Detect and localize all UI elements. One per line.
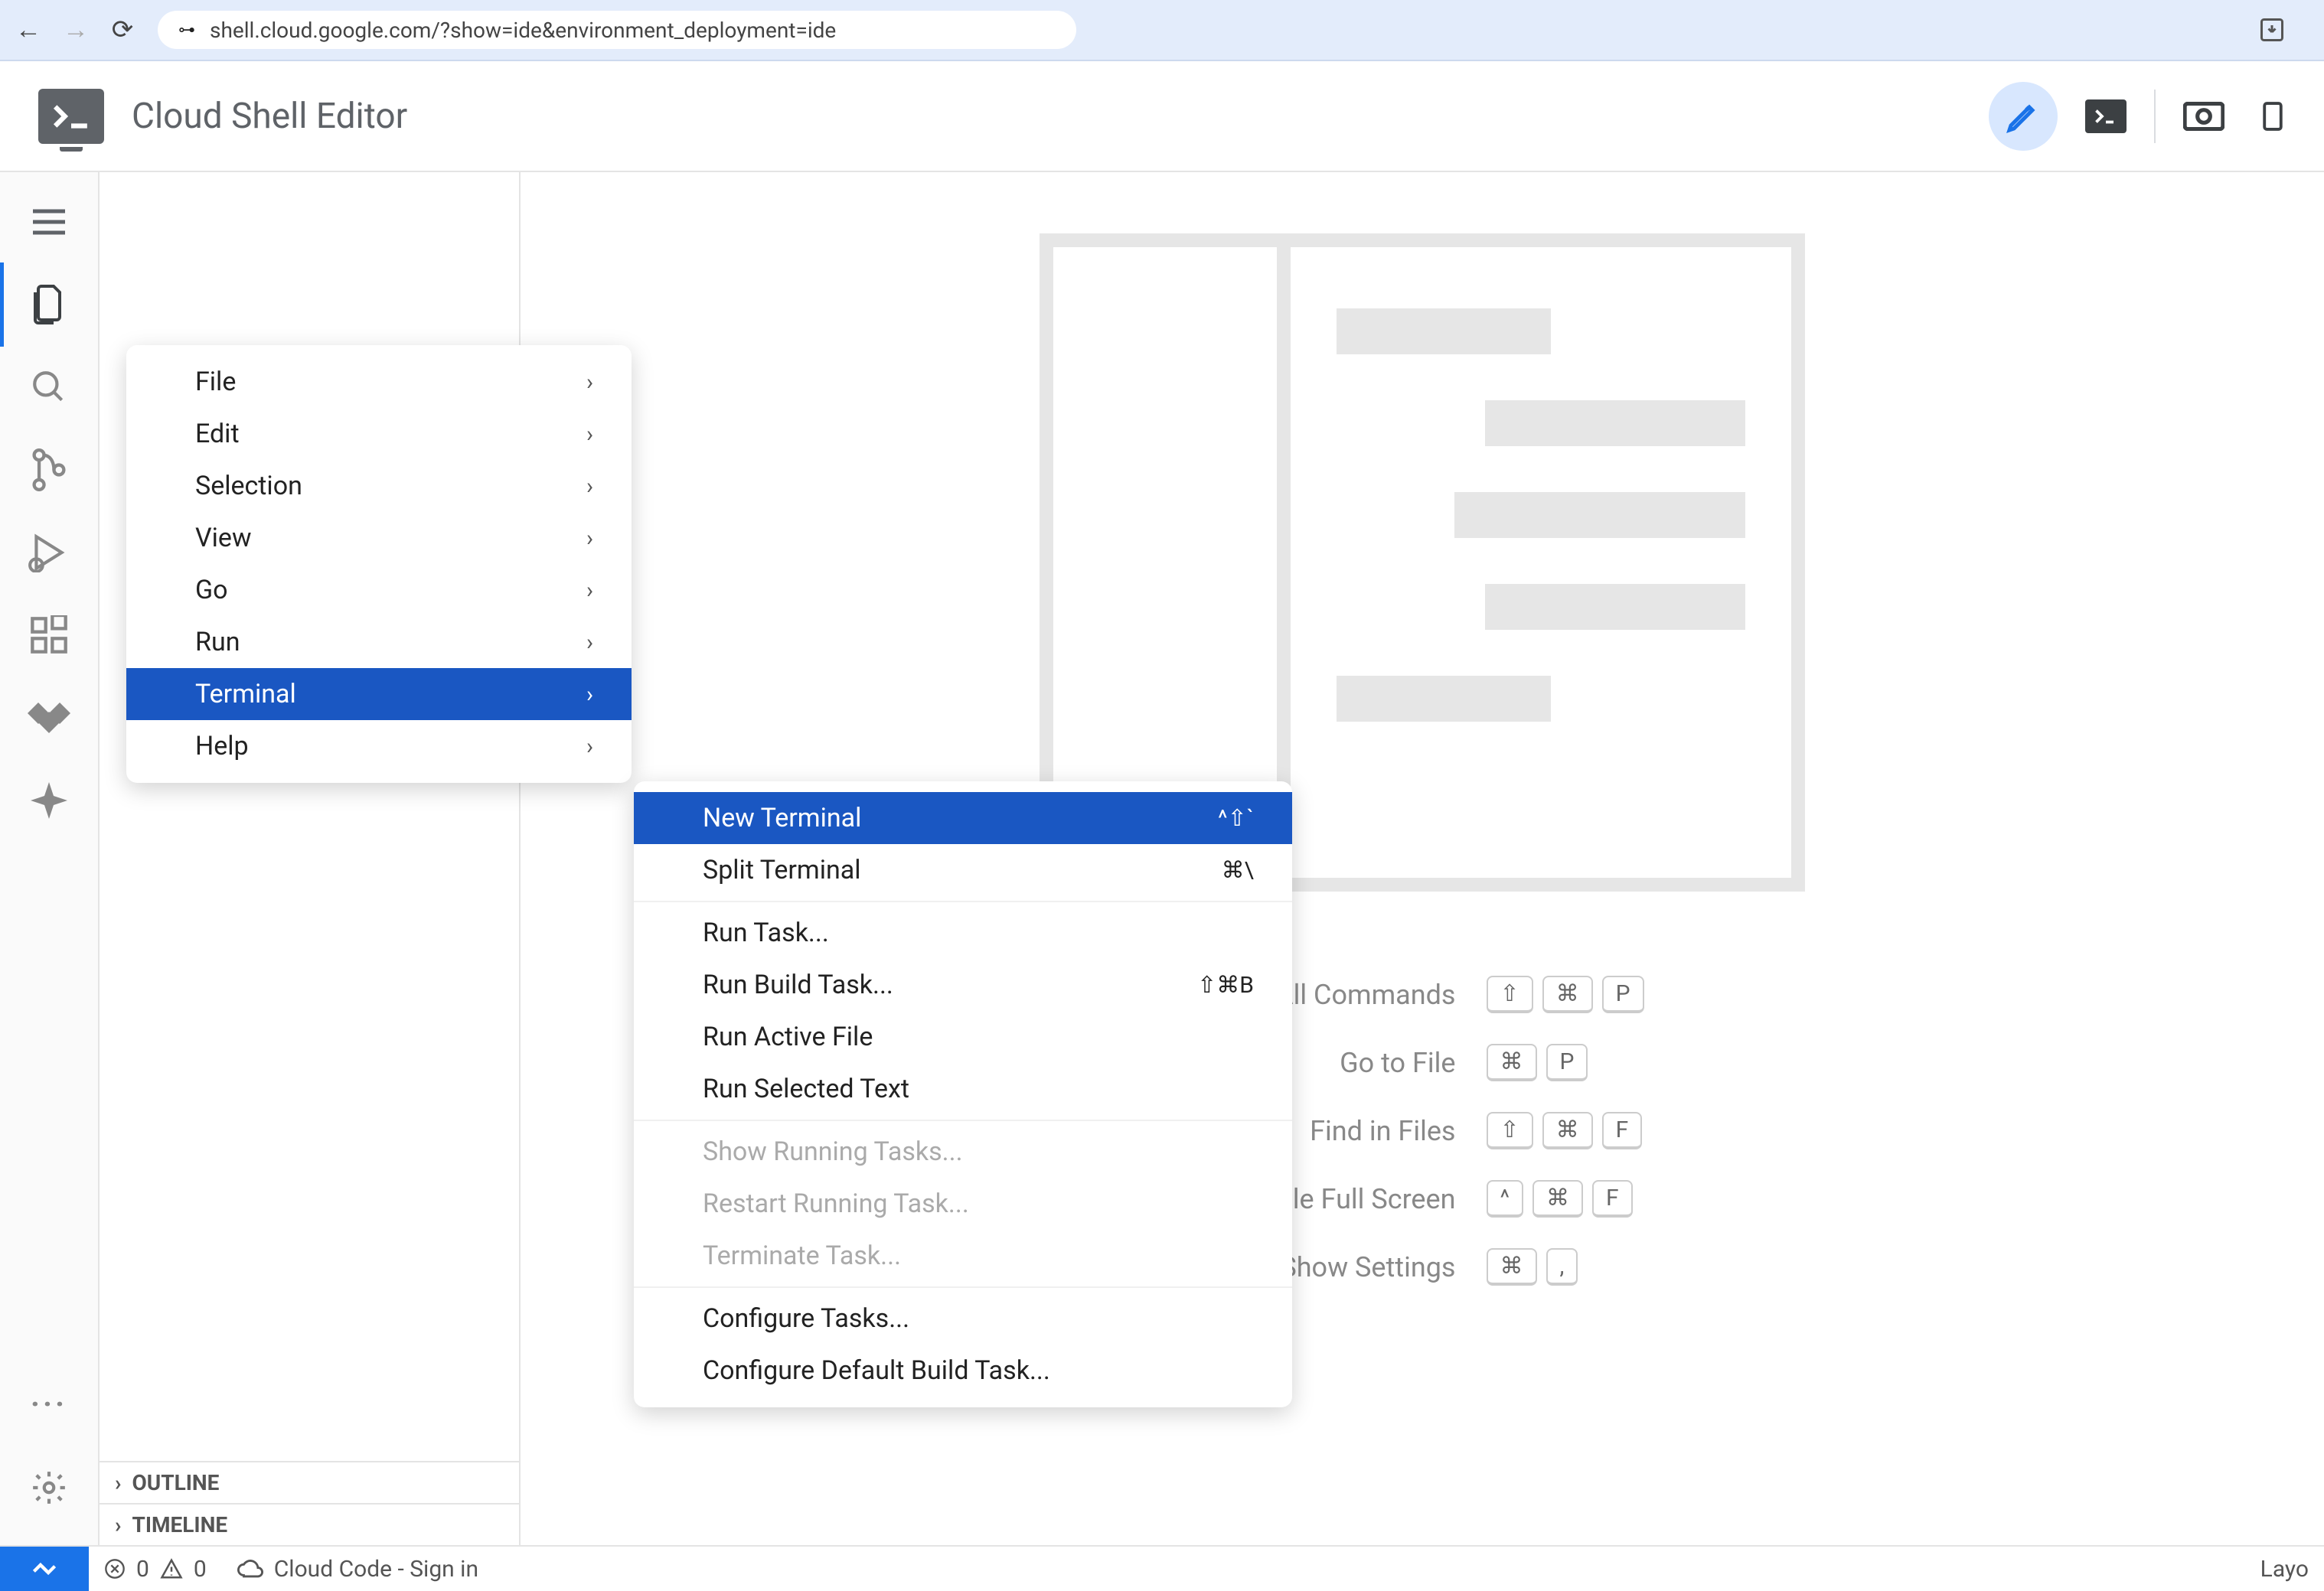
cs-header: Cloud Shell Editor — [0, 61, 2324, 172]
menu-item-file[interactable]: File› — [126, 356, 632, 408]
chevron-right-icon: › — [586, 577, 593, 604]
divider — [2154, 90, 2156, 143]
cloud-code-label: Cloud Code - Sign in — [274, 1556, 478, 1583]
search-icon[interactable] — [22, 360, 76, 414]
explorer-icon[interactable] — [22, 278, 76, 331]
remote-host-button[interactable] — [0, 1547, 89, 1591]
main-menu-dropdown: File› Edit› Selection› View› Go› Run› Te… — [126, 345, 632, 783]
chevron-right-icon: › — [115, 1512, 121, 1537]
shortcut-label: Go to File — [1340, 1047, 1455, 1079]
problems-button[interactable]: 0 0 — [89, 1556, 222, 1583]
cloud-code-icon[interactable] — [22, 691, 76, 745]
submenu-show-running-tasks: Show Running Tasks... — [634, 1126, 1292, 1178]
status-bar: 0 0 Cloud Code - Sign in Layo — [0, 1545, 2324, 1591]
timeline-section[interactable]: › TIMELINE — [100, 1503, 519, 1545]
run-debug-icon[interactable] — [22, 526, 76, 579]
shortcut-keys: ⇧ ⌘ F — [1487, 1112, 1643, 1149]
shortcut-keys: ⌘ , — [1487, 1248, 1578, 1286]
terminal-submenu: New Terminal ^⇧` Split Terminal ⌘\ Run T… — [634, 781, 1292, 1407]
submenu-terminate-task: Terminate Task... — [634, 1230, 1292, 1282]
submenu-run-build-task[interactable]: Run Build Task...⇧⌘B — [634, 959, 1292, 1011]
open-terminal-button[interactable] — [2085, 99, 2127, 133]
warning-count: 0 — [194, 1556, 207, 1583]
cloud-shell-logo-icon — [38, 89, 104, 144]
submenu-configure-tasks[interactable]: Configure Tasks... — [634, 1293, 1292, 1345]
menu-item-view[interactable]: View› — [126, 512, 632, 564]
layout-status[interactable]: Layo — [2245, 1556, 2324, 1583]
shortcut-keys: ^ ⌘ F — [1487, 1180, 1633, 1218]
extensions-icon[interactable] — [22, 608, 76, 662]
url-text: shell.cloud.google.com/?show=ide&environ… — [210, 18, 836, 43]
url-bar[interactable]: ⊶ shell.cloud.google.com/?show=ide&envir… — [158, 11, 1076, 49]
submenu-run-task[interactable]: Run Task... — [634, 907, 1292, 959]
submenu-restart-running-task: Restart Running Task... — [634, 1178, 1292, 1230]
layout-label: Layo — [2260, 1556, 2309, 1583]
browser-reload[interactable]: ⟳ — [110, 15, 135, 45]
chevron-right-icon: › — [586, 733, 593, 760]
preview-button[interactable] — [2183, 102, 2224, 131]
ai-icon[interactable] — [22, 774, 76, 827]
hamburger-menu-button[interactable] — [22, 195, 76, 249]
shortcut-label: Show Settings — [1280, 1251, 1455, 1283]
shortcut-keys: ⌘ P — [1487, 1044, 1588, 1081]
menu-item-run[interactable]: Run› — [126, 616, 632, 668]
browser-back[interactable]: ← — [15, 15, 40, 45]
menu-item-edit[interactable]: Edit› — [126, 408, 632, 460]
shortcut-keys: ⇧ ⌘ P — [1487, 976, 1644, 1013]
menu-item-terminal[interactable]: Terminal› — [126, 668, 632, 720]
chevron-right-icon: › — [586, 473, 593, 500]
chevron-right-icon: › — [586, 525, 593, 552]
menu-item-go[interactable]: Go› — [126, 564, 632, 616]
cloud-code-signin[interactable]: Cloud Code - Sign in — [222, 1556, 494, 1583]
shortcut-label: Find in Files — [1310, 1115, 1455, 1147]
error-count: 0 — [136, 1556, 149, 1583]
submenu-run-active-file[interactable]: Run Active File — [634, 1011, 1292, 1063]
browser-forward[interactable]: → — [63, 15, 87, 45]
chevron-right-icon: › — [586, 629, 593, 656]
submenu-new-terminal[interactable]: New Terminal ^⇧` — [634, 792, 1292, 844]
submenu-split-terminal[interactable]: Split Terminal ⌘\ — [634, 844, 1292, 896]
submenu-run-selected-text[interactable]: Run Selected Text — [634, 1063, 1292, 1115]
browser-app-install-icon[interactable] — [2258, 16, 2286, 44]
outline-label: OUTLINE — [132, 1470, 219, 1495]
open-editor-button[interactable] — [1989, 82, 2058, 151]
browser-nav-bar: ← → ⟳ ⊶ shell.cloud.google.com/?show=ide… — [0, 0, 2324, 61]
more-icon[interactable]: ··· — [22, 1377, 76, 1430]
chevron-right-icon: › — [586, 421, 593, 448]
timeline-label: TIMELINE — [132, 1512, 227, 1537]
source-control-icon[interactable] — [22, 443, 76, 497]
activity-bar: ··· — [0, 172, 100, 1545]
chevron-right-icon: › — [586, 369, 593, 396]
site-info-icon[interactable]: ⊶ — [176, 19, 197, 41]
menu-item-selection[interactable]: Selection› — [126, 460, 632, 512]
more-button[interactable] — [2260, 101, 2286, 132]
submenu-configure-default-build-task[interactable]: Configure Default Build Task... — [634, 1345, 1292, 1397]
chevron-right-icon: › — [586, 681, 593, 708]
menu-item-help[interactable]: Help› — [126, 720, 632, 772]
settings-gear-icon[interactable] — [22, 1461, 76, 1514]
chevron-right-icon: › — [115, 1470, 121, 1495]
app-title: Cloud Shell Editor — [132, 96, 407, 137]
outline-section[interactable]: › OUTLINE — [100, 1461, 519, 1503]
